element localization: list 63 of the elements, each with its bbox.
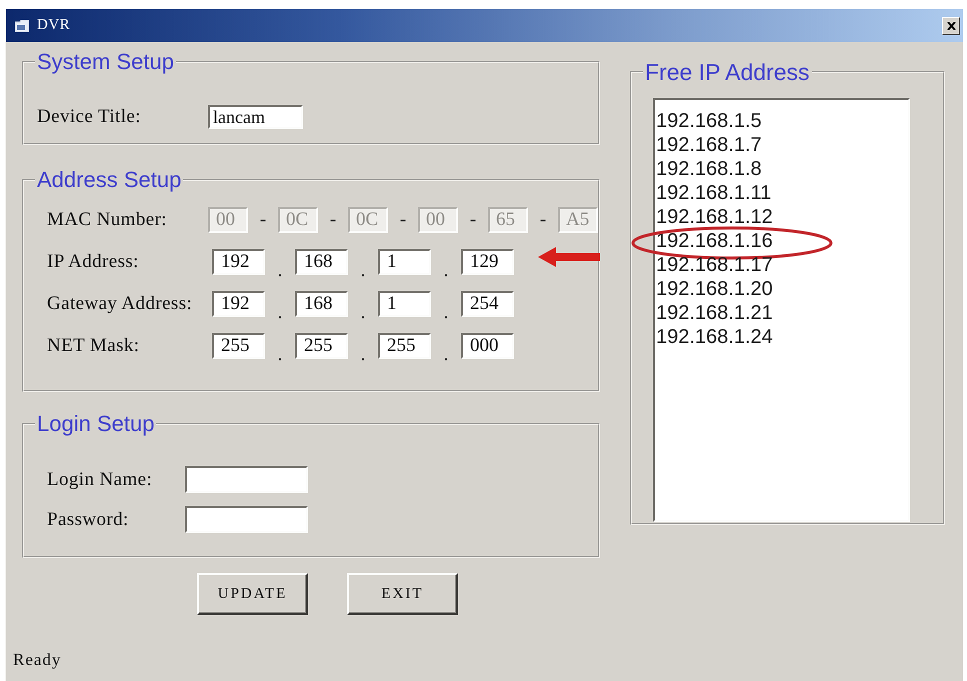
input-field: 0C [348, 207, 388, 233]
input-field[interactable]: 000 [461, 333, 514, 359]
input-field: 00 [208, 207, 248, 233]
dash-separator: - [538, 208, 548, 232]
input-field[interactable]: 254 [461, 291, 514, 317]
group-title: System Setup [36, 49, 175, 75]
input-field[interactable] [185, 466, 308, 493]
field-label: MAC Number: [47, 208, 168, 232]
list-item[interactable]: 192.168.1.11 [655, 181, 772, 205]
input-field: 00 [418, 207, 458, 233]
dot-separator: . [276, 301, 284, 323]
push-button[interactable]: UPDATE [197, 573, 308, 615]
input-field[interactable]: lancam [208, 105, 303, 129]
input-field[interactable]: 1 [378, 249, 431, 275]
dot-separator: . [360, 301, 366, 323]
field-label: NET Mask: [47, 334, 140, 358]
field-label: Login Name: [47, 468, 154, 492]
dash-separator: - [258, 208, 268, 232]
list-item[interactable]: 192.168.1.17 [655, 253, 774, 277]
input-field[interactable]: 255 [295, 333, 348, 359]
list-item[interactable]: 192.168.1.21 [655, 301, 774, 325]
field-label: IP Address: [47, 250, 140, 274]
input-field[interactable]: 168 [295, 291, 348, 317]
input-field[interactable]: 255 [378, 333, 431, 359]
folder-icon [15, 20, 29, 32]
list-item[interactable]: 192.168.1.8 [655, 157, 763, 181]
window-title: DVR [37, 17, 70, 34]
input-field: A5 [558, 207, 598, 233]
field-label: Password: [47, 508, 130, 532]
input-field[interactable]: 192 [212, 249, 265, 275]
list-item[interactable]: 192.168.1.5 [655, 109, 763, 133]
dot-separator: . [442, 343, 450, 365]
input-field[interactable] [185, 506, 308, 533]
dash-separator: - [328, 208, 338, 232]
status-text: Ready [12, 650, 62, 670]
group-title: Free IP Address [644, 59, 810, 85]
input-field: 65 [488, 207, 528, 233]
group-title: Address Setup [36, 167, 182, 193]
dot-separator: . [360, 259, 366, 281]
list-item[interactable]: 192.168.1.24 [655, 325, 774, 349]
input-field[interactable]: 255 [212, 333, 265, 359]
left-arrow-icon [538, 247, 600, 267]
dot-separator: . [360, 343, 366, 365]
field-label: Device Title: [37, 105, 142, 129]
list-item[interactable]: 192.168.1.12 [655, 205, 774, 229]
field-label: Gateway Address: [47, 292, 194, 316]
group-title: Login Setup [36, 411, 156, 437]
dot-separator: . [442, 259, 450, 281]
dash-separator: - [398, 208, 408, 232]
push-button[interactable]: EXIT [347, 573, 458, 615]
input-field: 0C [278, 207, 318, 233]
close-button[interactable] [942, 16, 960, 34]
input-field[interactable]: 1 [378, 291, 431, 317]
close-icon [946, 22, 956, 30]
input-field[interactable]: 129 [461, 249, 514, 275]
list-item[interactable]: 192.168.1.20 [655, 277, 774, 301]
dot-separator: . [442, 301, 450, 323]
dot-separator: . [276, 343, 284, 365]
input-field[interactable]: 168 [295, 249, 348, 275]
list-item[interactable]: 192.168.1.7 [655, 133, 763, 157]
dot-separator: . [276, 259, 284, 281]
input-field[interactable]: 192 [212, 291, 265, 317]
dash-separator: - [468, 208, 478, 232]
